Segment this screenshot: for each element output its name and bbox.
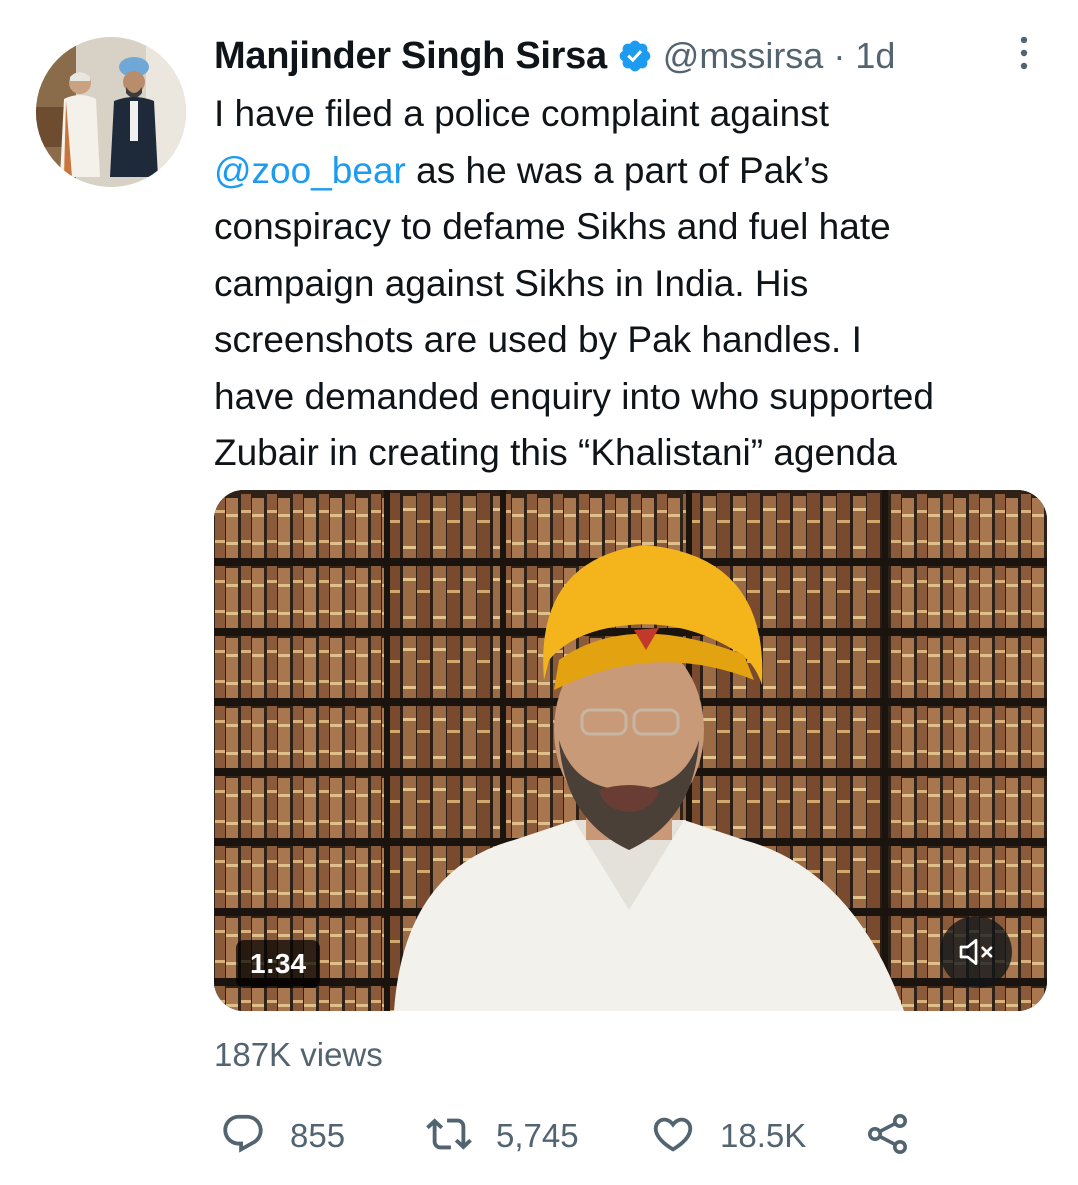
retweet-count: 5,745 — [496, 1117, 579, 1154]
tweet-text: I have filed a police complaint against … — [214, 86, 1064, 482]
mention-link[interactable]: @zoo_bear — [214, 150, 406, 191]
share-button[interactable] — [864, 1108, 912, 1164]
video-player[interactable] — [214, 490, 1047, 1011]
volume-muted-icon[interactable] — [940, 916, 1012, 988]
view-count: 187K views — [214, 1036, 383, 1073]
tweet-line-text: as he was a part of Pak’s — [405, 149, 829, 191]
tweet-line: Zubair in creating this “Khalistani” age… — [214, 432, 897, 473]
timestamp[interactable]: 1d — [855, 35, 895, 77]
tweet[interactable]: Manjinder Singh Sirsa @mssirsa · 1d I ha… — [0, 0, 1078, 1185]
tweet-line: I have filed a police complaint against — [214, 93, 829, 134]
verified-badge-icon — [617, 38, 653, 74]
user-handle[interactable]: @mssirsa — [663, 35, 824, 77]
like-icon — [650, 1111, 696, 1162]
tweet-line: @zoo_bear as he was a part of Pak’s — [214, 143, 1064, 200]
tweet-line: screenshots are used by Pak handles. I — [214, 319, 862, 360]
share-icon — [864, 1110, 912, 1163]
video-frame — [214, 490, 1047, 1011]
video-duration-badge: 1:34 — [236, 940, 321, 988]
tweet-header: Manjinder Singh Sirsa @mssirsa · 1d — [214, 32, 895, 80]
reply-button[interactable]: 855 — [220, 1108, 345, 1164]
more-options-icon[interactable] — [1014, 34, 1034, 74]
avatar[interactable] — [36, 37, 186, 187]
reply-icon — [220, 1111, 266, 1162]
retweet-icon — [426, 1111, 472, 1162]
reply-count: 855 — [290, 1117, 346, 1154]
like-button[interactable]: 18.5K — [650, 1108, 806, 1164]
display-name[interactable]: Manjinder Singh Sirsa — [214, 35, 607, 78]
tweet-actions: 855 5,745 18.5K — [214, 1108, 974, 1164]
separator-dot: · — [833, 35, 846, 76]
like-count: 18.5K — [720, 1117, 807, 1154]
tweet-line: have demanded enquiry into who supported — [214, 375, 934, 417]
tweet-line: campaign against Sikhs in India. His — [214, 262, 809, 304]
tweet-line: conspiracy to defame Sikhs and fuel hate — [214, 206, 891, 247]
retweet-button[interactable]: 5,745 — [426, 1108, 579, 1164]
